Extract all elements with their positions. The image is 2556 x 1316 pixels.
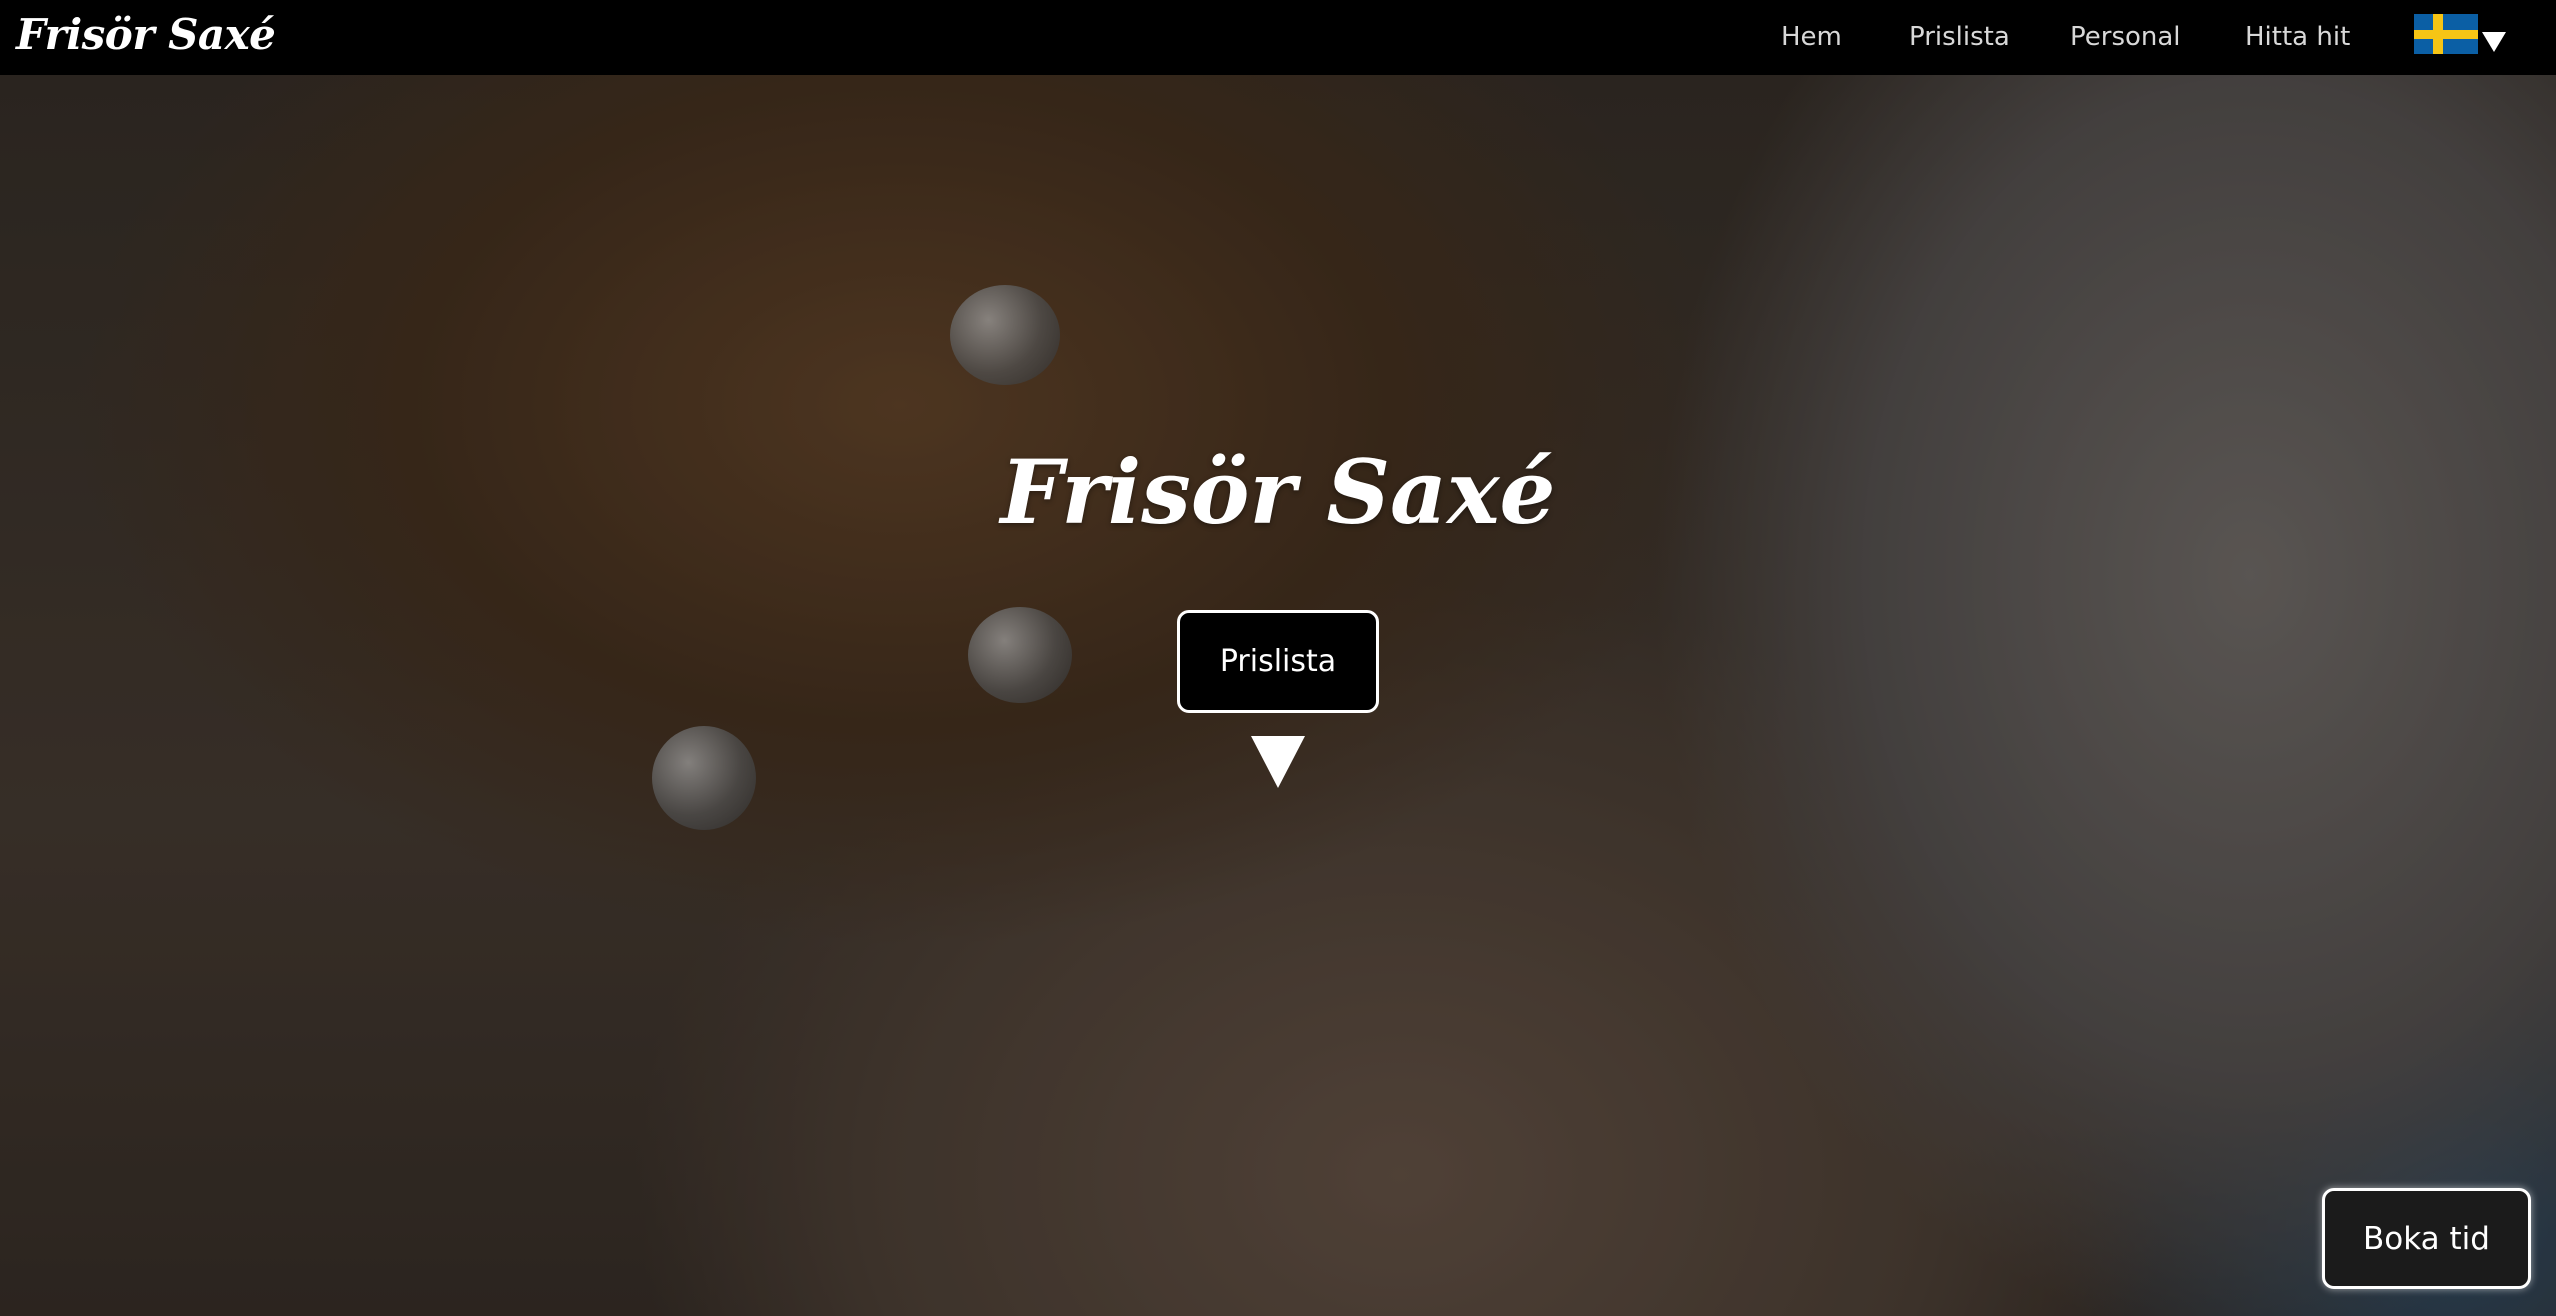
nav-link-prislista[interactable]: Prislista: [1909, 22, 2010, 52]
nav-link-personal[interactable]: Personal: [2070, 22, 2181, 52]
down-triangle-icon[interactable]: [1251, 736, 1305, 788]
language-selector[interactable]: [2414, 12, 2506, 62]
nav-link-hitta-hit[interactable]: Hitta hit: [2245, 22, 2350, 52]
swedish-flag-icon: [2414, 14, 2478, 54]
top-navbar: Frisör Saxé Hem Prislista Personal Hitta…: [0, 0, 2556, 75]
hero-title: Frisör Saxé: [1000, 440, 1556, 544]
chevron-down-icon: [2482, 32, 2506, 52]
book-appointment-button[interactable]: Boka tid: [2322, 1188, 2531, 1289]
price-list-button[interactable]: Prislista: [1177, 610, 1379, 713]
brand-logo[interactable]: Frisör Saxé: [16, 10, 276, 59]
nav-link-hem[interactable]: Hem: [1781, 22, 1842, 52]
